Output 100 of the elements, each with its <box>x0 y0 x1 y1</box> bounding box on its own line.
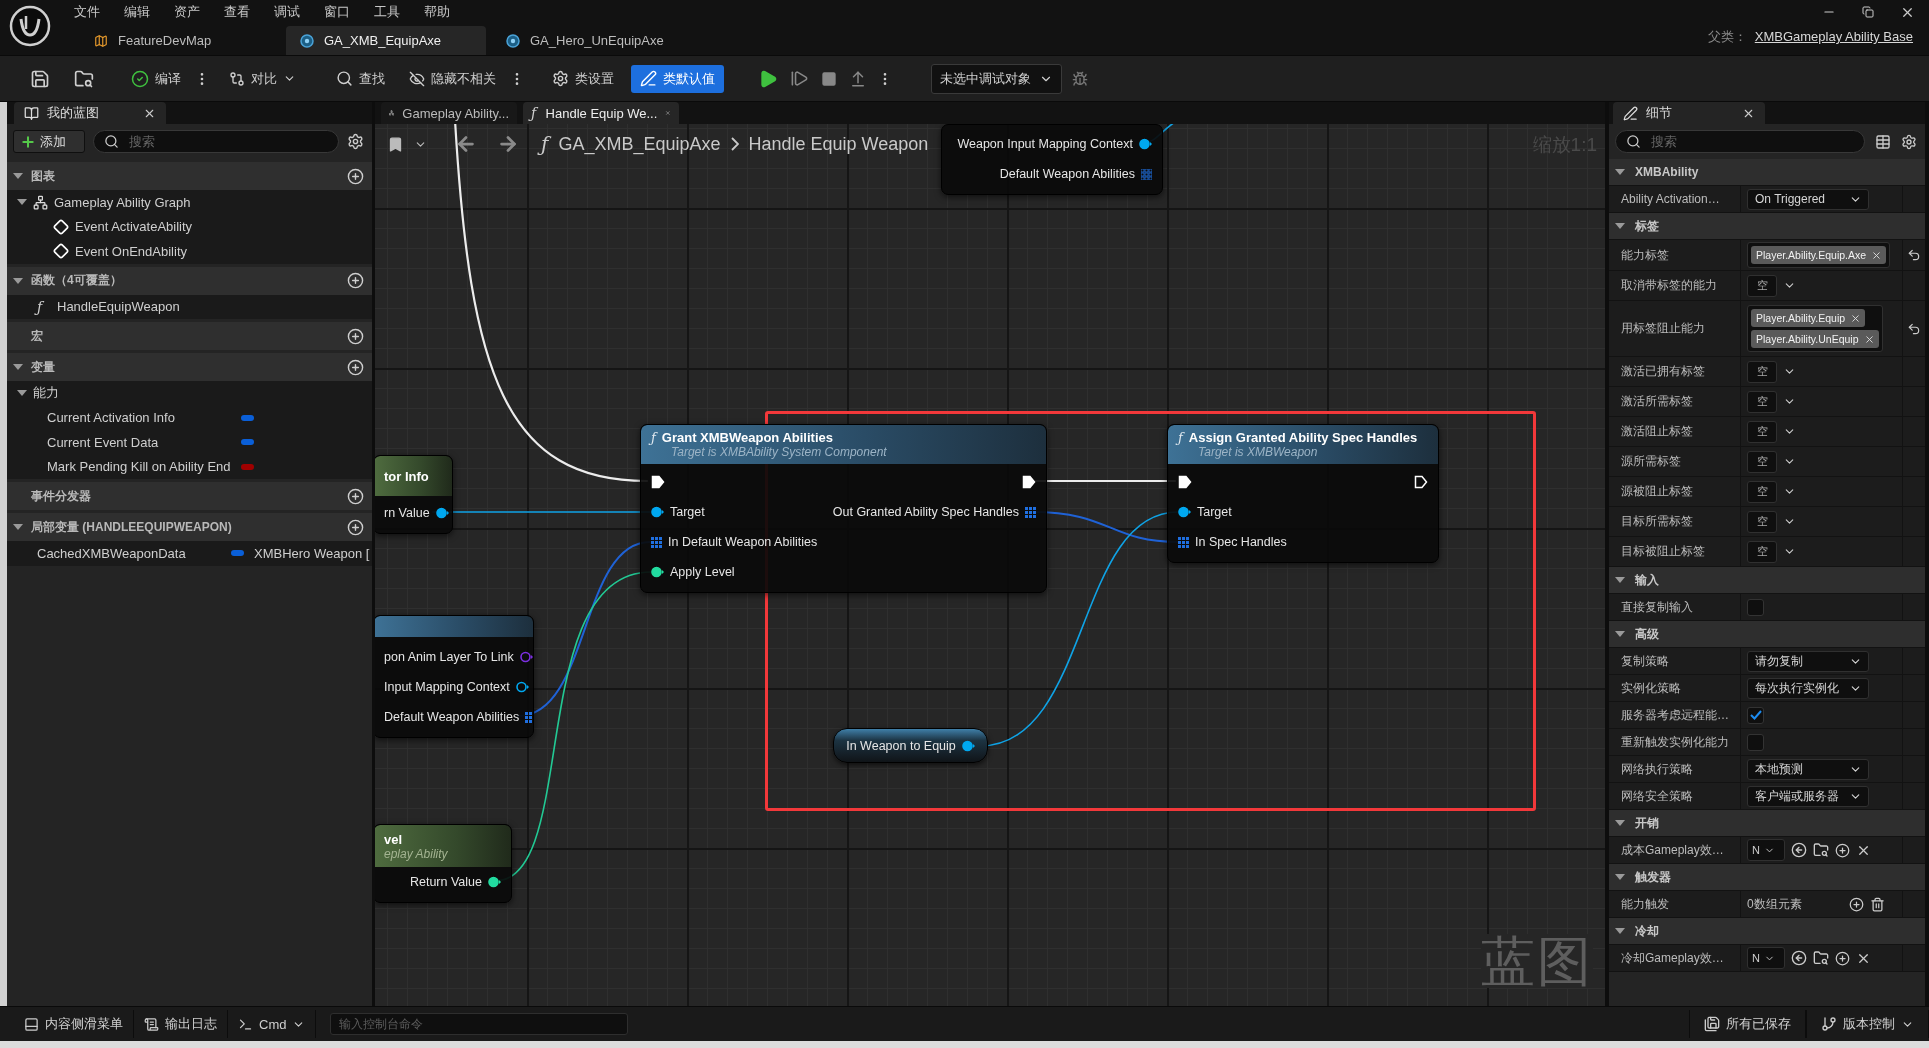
variable-node[interactable]: In Weapon to Equip <box>833 728 988 763</box>
add-icon[interactable] <box>347 272 364 289</box>
variable-row[interactable]: Current Event Data <box>7 430 372 455</box>
caret-icon[interactable] <box>13 275 23 286</box>
tag-field[interactable]: 空 <box>1747 540 1777 563</box>
settings-icon[interactable] <box>347 133 364 150</box>
dropdown[interactable]: 请勿复制 <box>1747 650 1869 672</box>
caret-icon[interactable] <box>1615 629 1625 639</box>
use-selected-icon[interactable] <box>1791 842 1807 858</box>
variable-row[interactable]: Current Activation Info <box>7 405 372 430</box>
class-settings-button[interactable]: 类设置 <box>543 64 623 93</box>
dropdown[interactable]: 每次执行实例化 <box>1747 677 1869 699</box>
settings-icon[interactable] <box>1901 133 1917 150</box>
data-pin[interactable] <box>515 681 529 693</box>
add-icon[interactable] <box>347 358 364 376</box>
section-header[interactable]: 宏 <box>7 322 372 350</box>
checkbox[interactable] <box>1747 706 1764 724</box>
console-input[interactable]: 输入控制台命令 <box>330 1013 629 1035</box>
caret-icon[interactable] <box>1615 872 1625 882</box>
remove-icon[interactable] <box>1871 249 1883 261</box>
add-icon[interactable] <box>347 518 364 536</box>
document-tab[interactable]: FeatureDevMap <box>80 26 280 55</box>
tag-chip[interactable]: Player.Ability.Equip <box>1751 309 1866 327</box>
add-button[interactable]: 添加 <box>13 130 85 153</box>
category-header[interactable]: 开销 <box>1609 810 1925 837</box>
logo-icon[interactable] <box>9 5 51 47</box>
tag-field[interactable]: Player.Ability.Equip Player.Ability.UnEquip <box>1747 305 1883 352</box>
data-pin[interactable] <box>435 507 449 519</box>
add-icon[interactable] <box>347 167 364 185</box>
status-button[interactable]: 版本控制 <box>1806 1010 1929 1038</box>
compile-button[interactable]: 编译 <box>122 64 190 93</box>
menu-item[interactable]: 调试 <box>262 3 312 21</box>
category-header[interactable]: 标签 <box>1609 213 1925 240</box>
graph-tab[interactable]: Gameplay Ability... <box>381 102 517 124</box>
variable-row[interactable]: CachedXMBWeaponData XMBHero Weapon [ <box>7 541 372 566</box>
tree-item[interactable]: Event ActivateAbility <box>7 214 372 239</box>
category-header[interactable]: 冷却 <box>1609 918 1925 945</box>
menu-item[interactable]: 文件 <box>62 3 112 21</box>
array-pin[interactable] <box>1025 506 1036 518</box>
graph-node[interactable]: tor Info rn Value <box>375 455 453 534</box>
menu-item[interactable]: 窗口 <box>312 3 362 21</box>
tag-field[interactable]: 空 <box>1747 510 1777 533</box>
section-header[interactable]: 图表 <box>7 162 372 190</box>
data-pin[interactable] <box>1139 138 1152 150</box>
tag-field[interactable]: 空 <box>1747 420 1777 443</box>
section-header[interactable]: 变量 <box>7 353 372 381</box>
document-tab[interactable]: GA_XMB_EquipAxe <box>286 26 486 55</box>
bookmark-icon[interactable] <box>387 135 404 153</box>
reset-icon[interactable] <box>1907 321 1921 336</box>
exec-pin[interactable] <box>1414 475 1428 489</box>
browse-icon[interactable] <box>74 68 94 89</box>
add-icon[interactable] <box>1835 950 1850 966</box>
checkbox[interactable] <box>1747 733 1764 751</box>
exec-pin[interactable] <box>1178 475 1192 489</box>
trash-icon[interactable] <box>1870 896 1885 912</box>
breadcrumb-item[interactable]: GA_XMB_EquipAxe <box>558 133 721 155</box>
tag-field[interactable]: 空 <box>1747 390 1777 413</box>
tag-field[interactable]: 空 <box>1747 274 1777 297</box>
add-icon[interactable] <box>1849 896 1864 912</box>
diff-button[interactable]: 对比 <box>220 64 305 93</box>
status-button[interactable]: 所有已保存 <box>1689 1010 1806 1038</box>
exec-pin[interactable] <box>1022 475 1036 489</box>
menu-item[interactable]: 工具 <box>362 3 412 21</box>
section-header[interactable]: 局部变量 (HANDLEEQUIPWEAPON) <box>7 513 372 541</box>
dropdown[interactable]: 客户端或服务器 <box>1747 785 1869 807</box>
status-button[interactable]: 内容侧滑菜单 <box>14 1010 134 1038</box>
caret-icon[interactable] <box>13 362 23 372</box>
search-field[interactable]: 搜索 <box>1615 130 1865 153</box>
search-input[interactable]: 搜索 <box>1649 133 1854 150</box>
tag-chip[interactable]: Player.Ability.UnEquip <box>1751 330 1879 348</box>
stop-icon[interactable] <box>821 70 837 87</box>
browse-icon[interactable] <box>1813 950 1829 966</box>
cmd-dropdown[interactable]: Cmd <box>228 1010 317 1038</box>
caret-icon[interactable] <box>1615 167 1625 177</box>
caret-icon[interactable] <box>1615 575 1625 585</box>
tag-field[interactable]: 空 <box>1747 450 1777 473</box>
section-header[interactable]: 事件分发器 <box>7 482 372 510</box>
save-icon[interactable] <box>30 68 50 89</box>
data-pin[interactable] <box>1178 506 1191 518</box>
search-input[interactable]: 搜索 <box>127 133 328 150</box>
panel-tab[interactable]: 细节 <box>1613 102 1765 124</box>
category-header[interactable]: 高级 <box>1609 621 1925 648</box>
play-icon[interactable] <box>758 68 778 89</box>
breadcrumb-item[interactable]: Handle Equip Weapon <box>748 133 929 155</box>
dropdown[interactable]: On Triggered <box>1747 188 1869 210</box>
remove-icon[interactable] <box>1863 333 1875 345</box>
add-icon[interactable] <box>347 327 364 345</box>
array-pin[interactable] <box>1178 536 1189 548</box>
caret-icon[interactable] <box>1615 818 1625 828</box>
find-button[interactable]: 查找 <box>327 64 394 93</box>
category-header[interactable]: XMBAbility <box>1609 159 1925 186</box>
data-pin[interactable] <box>651 506 664 518</box>
graph-node[interactable]: ƒ Assign Granted Ability Spec Handles Target is XMBWeapon Target In Spec Handles <box>1167 424 1439 563</box>
category-header[interactable]: 输入 <box>1609 567 1925 594</box>
menu-item[interactable]: 编辑 <box>112 3 162 21</box>
graph-tab[interactable]: ƒ Handle Equip We... <box>523 102 679 124</box>
array-pin[interactable] <box>525 711 533 723</box>
graph-node[interactable]: ƒ Grant XMBWeapon Abilities Target is XMBAbility System Component Target Out Granted Ability Spec Handles In Default Weapon Abilities Apply Level <box>640 424 1047 593</box>
use-selected-icon[interactable] <box>1791 950 1807 966</box>
variable-row[interactable]: Mark Pending Kill on Ability End <box>7 454 372 479</box>
